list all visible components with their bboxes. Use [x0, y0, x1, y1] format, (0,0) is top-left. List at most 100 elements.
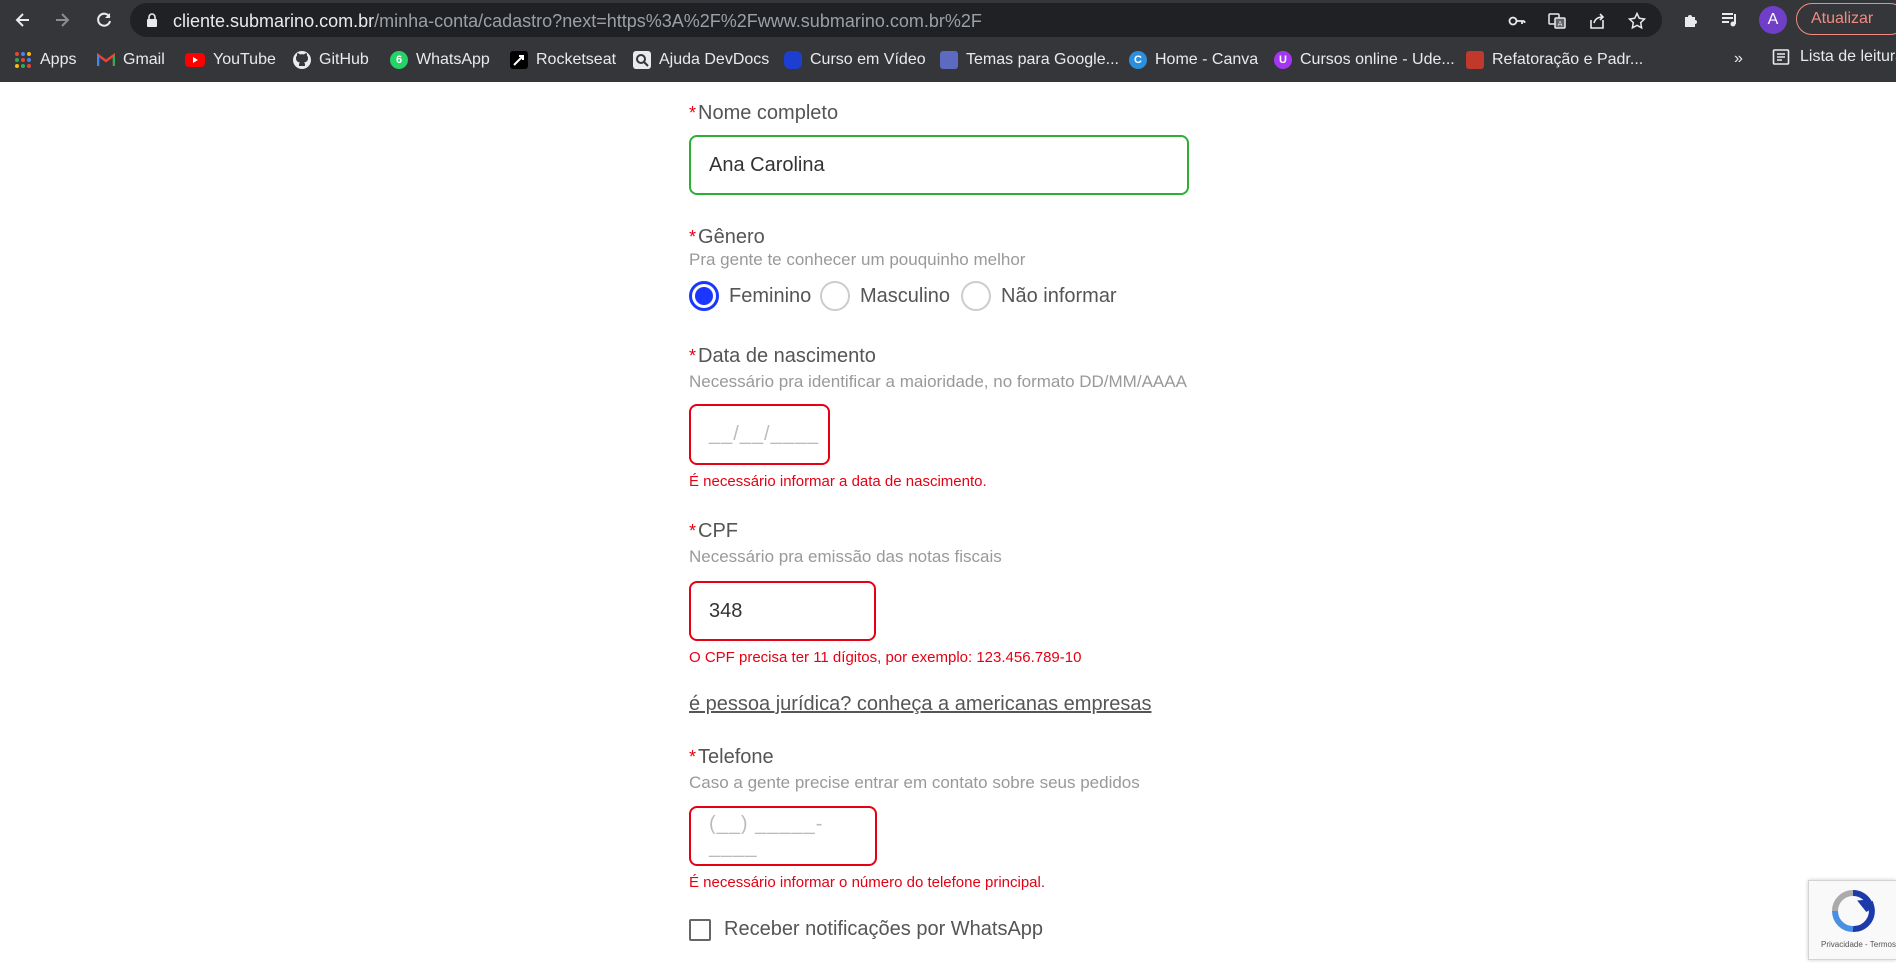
cpf-input[interactable]: 348: [689, 581, 876, 641]
whatsapp-opt-in-label: Receber notificações por WhatsApp: [724, 918, 1044, 940]
birthdate-hint: Necessário pra identificar a maioridade,…: [689, 372, 1187, 391]
github-icon: [293, 51, 311, 69]
birthdate-error: É necessário informar a data de nascimen…: [689, 473, 987, 490]
full-name-input[interactable]: Ana Carolina: [689, 135, 1189, 195]
bookmark-label: Gmail: [123, 51, 165, 68]
bookmark-rocketseat[interactable]: Rocketseat: [510, 48, 616, 72]
name-label: * Nome completo: [689, 102, 838, 125]
radio-label: Masculino: [860, 284, 951, 307]
phone-error: É necessário informar o número do telefo…: [689, 874, 1046, 891]
bookmark-udemy[interactable]: U Cursos online - Ude...: [1274, 48, 1455, 72]
gender-option-feminino[interactable]: Feminino: [689, 281, 811, 311]
reading-list-icon: [1772, 49, 1790, 65]
bookmarks-bar: Apps Gmail YouTube GitHub 6 WhatsApp Roc…: [0, 44, 1896, 76]
browser-toolbar: cliente.submarino.com.br/minha-conta/cad…: [0, 0, 1896, 40]
bookmark-devdocs[interactable]: Ajuda DevDocs: [633, 48, 769, 72]
bookmark-cursoemvideo[interactable]: Curso em Vídeo: [784, 48, 926, 72]
radio-button[interactable]: [961, 281, 991, 311]
bookmark-apps[interactable]: Apps: [14, 48, 76, 72]
cpf-error: O CPF precisa ter 11 dígitos, por exempl…: [689, 649, 1082, 666]
cpf-label: * CPF: [689, 520, 738, 543]
bookmark-refactoring[interactable]: Refatoração e Padr...: [1466, 48, 1643, 72]
required-mark: *: [689, 747, 697, 767]
radio-button-selected[interactable]: [689, 281, 719, 311]
bookmark-label: Home - Canva: [1155, 51, 1259, 68]
cpf-label-text: CPF: [698, 520, 739, 542]
bookmark-label: Ajuda DevDocs: [659, 51, 770, 68]
gender-option-masculino[interactable]: Masculino: [820, 281, 950, 311]
gender-option-nao-informar[interactable]: Não informar: [961, 281, 1117, 311]
gmail-icon: [97, 51, 115, 69]
recaptcha-icon: [1832, 889, 1875, 932]
gender-hint: Pra gente te conhecer um pouquinho melho…: [689, 250, 1026, 269]
bookmark-label: Temas para Google...: [966, 51, 1119, 68]
back-icon[interactable]: [9, 6, 37, 34]
media-queue-icon[interactable]: [1718, 8, 1742, 32]
required-mark: *: [689, 103, 697, 123]
bookmark-whatsapp[interactable]: 6 WhatsApp: [390, 48, 490, 72]
refactoring-icon: [1466, 51, 1484, 69]
birthdate-label: * Data de nascimento: [689, 345, 876, 368]
whatsapp-checkbox[interactable]: [689, 918, 711, 941]
birthdate-input[interactable]: __/__/____: [689, 404, 830, 465]
bookmark-star-icon[interactable]: [1626, 10, 1648, 32]
url-path: /minha-conta/cadastro?next=https%3A%2F%2…: [374, 11, 982, 31]
whatsapp-opt-in[interactable]: Receber notificações por WhatsApp: [689, 918, 1043, 941]
phone-input[interactable]: (__) _____-____: [689, 806, 877, 866]
udemy-icon: U: [1274, 51, 1292, 69]
devdocs-icon: [633, 51, 651, 69]
gender-label: * Gênero: [689, 226, 765, 249]
apps-grid-icon: [14, 51, 32, 69]
bookmark-github[interactable]: GitHub: [293, 48, 369, 72]
radio-label: Feminino: [729, 284, 812, 307]
reload-icon[interactable]: [90, 6, 118, 34]
registration-form: * Nome completo Ana Carolina * Gênero Pra …: [0, 82, 1896, 963]
reading-list-button[interactable]: Lista de leitura: [1772, 48, 1896, 66]
company-account-link[interactable]: é pessoa jurídica? conheça a americanas …: [689, 693, 1151, 716]
birthdate-placeholder: __/__/____: [709, 423, 820, 445]
canva-icon: C: [1129, 51, 1147, 69]
more-bookmarks-button[interactable]: »: [1734, 50, 1743, 68]
required-mark: *: [689, 521, 697, 541]
rocketseat-icon: [510, 51, 528, 69]
browser-chrome: cliente.submarino.com.br/minha-conta/cad…: [0, 0, 1896, 82]
bookmark-canva[interactable]: C Home - Canva: [1129, 48, 1258, 72]
radio-button[interactable]: [820, 281, 850, 311]
forward-icon[interactable]: [48, 6, 76, 34]
bookmark-label: YouTube: [213, 51, 276, 68]
svg-text:A: A: [1558, 20, 1563, 28]
reading-list-label: Lista de leitura: [1800, 48, 1896, 65]
bookmark-label: WhatsApp: [416, 51, 490, 68]
whatsapp-icon: 6: [390, 51, 408, 69]
extensions-puzzle-icon[interactable]: [1679, 8, 1703, 32]
url-text[interactable]: cliente.submarino.com.br/minha-conta/cad…: [173, 11, 982, 32]
cursoemvideo-icon: [784, 51, 802, 69]
full-name-value: Ana Carolina: [709, 153, 825, 176]
key-icon[interactable]: [1506, 10, 1528, 32]
bookmark-youtube[interactable]: YouTube: [185, 48, 276, 72]
recaptcha-terms[interactable]: Privacidade - Termos: [1821, 940, 1896, 949]
cpf-value: 348: [709, 599, 743, 622]
update-button[interactable]: Atualizar: [1796, 3, 1896, 35]
phone-placeholder: (__) _____-____: [709, 813, 824, 858]
bookmark-label: GitHub: [319, 51, 369, 68]
bookmark-themes[interactable]: Temas para Google...: [940, 48, 1119, 72]
bookmark-label: Cursos online - Ude...: [1300, 51, 1455, 68]
bookmark-label: Apps: [40, 51, 77, 68]
phone-hint: Caso a gente precise entrar em contato s…: [689, 773, 1140, 792]
share-icon[interactable]: [1586, 10, 1608, 32]
bookmark-label: Rocketseat: [536, 51, 617, 68]
recaptcha-badge[interactable]: Privacidade - Termos: [1808, 880, 1896, 960]
lock-icon[interactable]: [144, 12, 160, 28]
update-label: Atualizar: [1811, 10, 1874, 27]
profile-avatar[interactable]: A: [1759, 6, 1787, 34]
themes-icon: [940, 51, 958, 69]
phone-label-text: Telefone: [698, 746, 774, 768]
required-mark: *: [689, 227, 697, 247]
address-bar[interactable]: cliente.submarino.com.br/minha-conta/cad…: [130, 3, 1662, 37]
bookmark-gmail[interactable]: Gmail: [97, 48, 165, 72]
bookmark-label: Curso em Vídeo: [810, 51, 926, 68]
phone-label: * Telefone: [689, 746, 774, 769]
youtube-icon: [185, 53, 205, 67]
translate-icon[interactable]: A: [1546, 10, 1568, 32]
